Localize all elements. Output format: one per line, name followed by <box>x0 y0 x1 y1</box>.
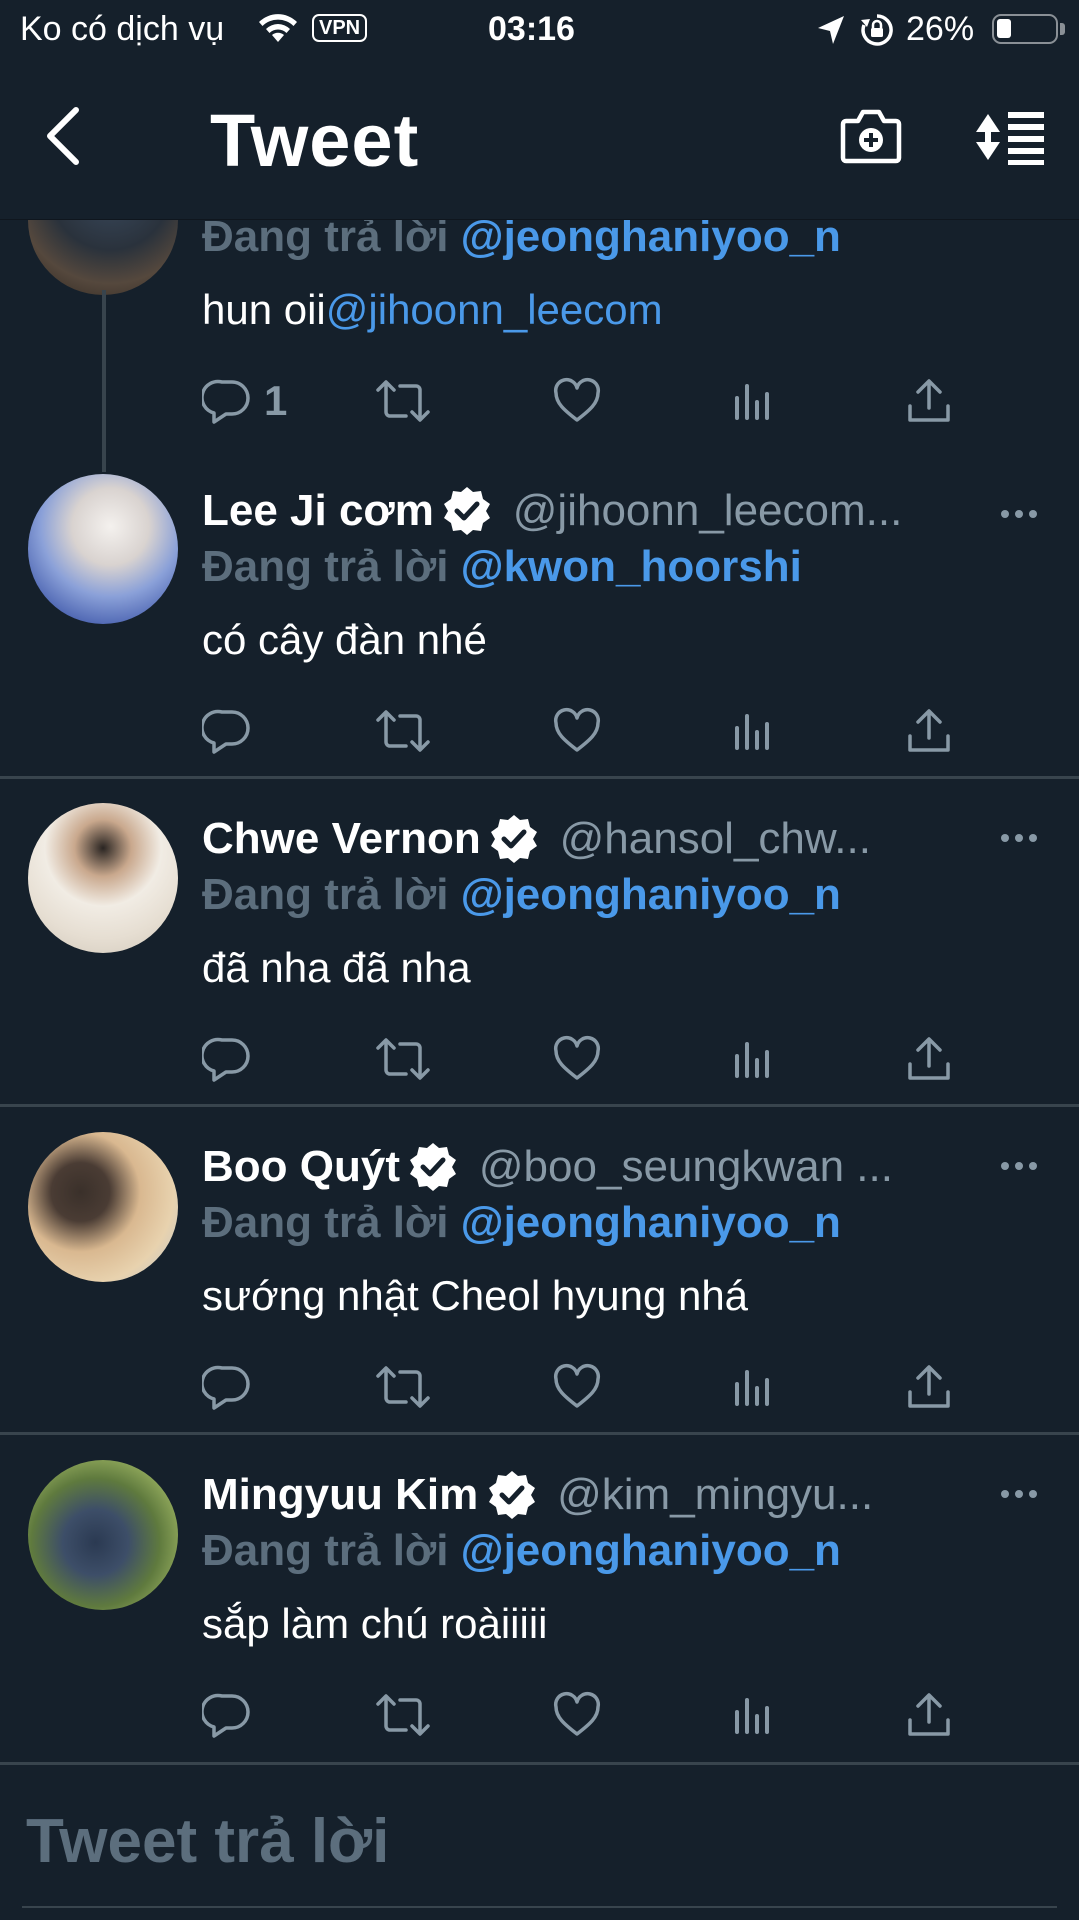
tweet-divider <box>0 1432 1079 1435</box>
analytics-icon[interactable] <box>732 1362 772 1412</box>
carrier-label: Ko có dịch vụ <box>20 10 225 48</box>
more-options-icon[interactable] <box>1000 832 1038 844</box>
more-options-icon[interactable] <box>1000 1488 1038 1500</box>
page-title: Tweet <box>210 99 420 182</box>
vpn-badge: VPN <box>312 14 368 42</box>
tweet-author-line: Lee Ji cơm @jihoonn_leecom... <box>202 484 902 538</box>
share-icon[interactable] <box>906 376 952 426</box>
analytics-icon[interactable] <box>732 1690 772 1740</box>
like-heart-icon[interactable] <box>552 376 602 426</box>
like-heart-icon[interactable] <box>552 1362 602 1412</box>
author-handle[interactable]: @kim_mingyu... <box>557 1470 873 1519</box>
tweet-author-line: Chwe Vernon @hansol_chw... <box>202 812 871 866</box>
battery-percent: 26% <box>906 10 975 48</box>
author-name[interactable]: Boo Quýt <box>202 1142 400 1191</box>
verified-badge-icon <box>487 812 541 866</box>
retweet-icon[interactable] <box>374 1362 432 1412</box>
author-name[interactable]: Mingyuu Kim <box>202 1470 478 1519</box>
reply-count: 1 <box>264 377 288 424</box>
analytics-icon[interactable] <box>732 1034 772 1084</box>
tweet-text: đã nha đã nha <box>202 944 471 991</box>
tweet-text: có cây đàn nhé <box>202 616 487 663</box>
replying-to-line: Đang trả lời @jeonghaniyoo_n <box>202 1526 841 1576</box>
replying-to-label: Đang trả lời <box>202 870 449 919</box>
more-options-icon[interactable] <box>1000 1160 1038 1172</box>
replying-to-line: Đang trả lời @kwon_hoorshi <box>202 542 802 592</box>
tweet-text-body: hun oii <box>202 286 326 333</box>
mention-link[interactable]: @jihoonn_leecom <box>326 286 663 333</box>
avatar[interactable] <box>28 803 178 953</box>
more-options-icon[interactable] <box>1000 508 1038 520</box>
analytics-icon[interactable] <box>732 376 772 426</box>
author-handle[interactable]: @jihoonn_leecom... <box>513 486 903 535</box>
avatar[interactable] <box>28 1460 178 1610</box>
retweet-icon[interactable] <box>374 376 432 426</box>
author-name[interactable]: Lee Ji cơm <box>202 486 434 535</box>
tweet-divider <box>0 776 1079 779</box>
reply-icon[interactable] <box>202 376 252 426</box>
like-heart-icon[interactable] <box>552 1690 602 1740</box>
reply-icon[interactable] <box>202 1362 252 1412</box>
reply-icon[interactable] <box>202 1034 252 1084</box>
clock: 03:16 <box>488 10 575 48</box>
status-bar: Ko có dịch vụ VPN 03:16 26% <box>0 0 1079 60</box>
avatar[interactable] <box>28 474 178 624</box>
reply-icon[interactable] <box>202 706 252 756</box>
retweet-icon[interactable] <box>374 706 432 756</box>
top-navigation-bar: Tweet <box>0 60 1079 220</box>
tweet-actions: 1 <box>202 376 962 426</box>
share-icon[interactable] <box>906 1362 952 1412</box>
camera-plus-icon[interactable] <box>840 105 902 165</box>
author-handle[interactable]: @hansol_chw... <box>560 814 871 863</box>
replying-to-line: Đang trả lời @jeonghaniyoo_n <box>202 1198 841 1248</box>
tweet-divider <box>0 1104 1079 1107</box>
tweet-actions <box>202 1362 962 1412</box>
replying-to-mention-link[interactable]: @jeonghaniyoo_n <box>461 870 841 919</box>
location-arrow-icon <box>816 14 846 46</box>
tweet-author-line: Mingyuu Kim @kim_mingyu... <box>202 1468 873 1522</box>
share-icon[interactable] <box>906 1690 952 1740</box>
retweet-icon[interactable] <box>374 1034 432 1084</box>
tweet-divider <box>0 1762 1079 1765</box>
wifi-icon <box>256 12 300 46</box>
verified-badge-icon <box>406 1140 460 1194</box>
battery-icon <box>992 14 1058 44</box>
reply-icon[interactable] <box>202 1690 252 1740</box>
replying-to-mention-link[interactable]: @kwon_hoorshi <box>461 542 802 591</box>
replying-to-label: Đang trả lời <box>202 1526 449 1575</box>
avatar[interactable] <box>28 1132 178 1282</box>
replying-to-line: Đang trả lời @jeonghaniyoo_n <box>202 870 841 920</box>
like-heart-icon[interactable] <box>552 706 602 756</box>
battery-tip <box>1060 23 1065 35</box>
analytics-icon[interactable] <box>732 706 772 756</box>
sort-replies-icon[interactable] <box>972 108 1046 166</box>
author-name[interactable]: Chwe Vernon <box>202 814 481 863</box>
like-heart-icon[interactable] <box>552 1034 602 1084</box>
tweet-author-line: Boo Quýt @boo_seungkwan ... <box>202 1140 893 1194</box>
retweet-icon[interactable] <box>374 1690 432 1740</box>
replying-to-mention-link[interactable]: @jeonghaniyoo_n <box>461 1198 841 1247</box>
verified-badge-icon <box>440 484 494 538</box>
author-handle[interactable]: @boo_seungkwan ... <box>479 1142 893 1191</box>
rotation-lock-icon <box>860 13 894 47</box>
battery-level-fill <box>997 19 1011 38</box>
tweet-text: sắp làm chú roàiiiii <box>202 1600 548 1647</box>
replying-to-label: Đang trả lời <box>202 1198 449 1247</box>
share-icon[interactable] <box>906 706 952 756</box>
tweet-text: sướng nhật Cheol hyung nhá <box>202 1272 749 1319</box>
replying-to-label: Đang trả lời <box>202 542 449 591</box>
tweet-actions <box>202 1034 962 1084</box>
tweet-text: hun oii@jihoonn_leecom <box>202 286 663 334</box>
reply-composer[interactable]: Tweet trả lời <box>0 1766 1079 1920</box>
tweet-actions <box>202 706 962 756</box>
reply-input-placeholder[interactable]: Tweet trả lời <box>26 1806 389 1877</box>
back-arrow-icon[interactable] <box>40 104 84 168</box>
replying-to-mention-link[interactable]: @jeonghaniyoo_n <box>461 1526 841 1575</box>
tweet-actions <box>202 1690 962 1740</box>
composer-underline <box>22 1906 1057 1908</box>
verified-badge-icon <box>485 1468 539 1522</box>
share-icon[interactable] <box>906 1034 952 1084</box>
thread-connector-line <box>102 290 106 472</box>
